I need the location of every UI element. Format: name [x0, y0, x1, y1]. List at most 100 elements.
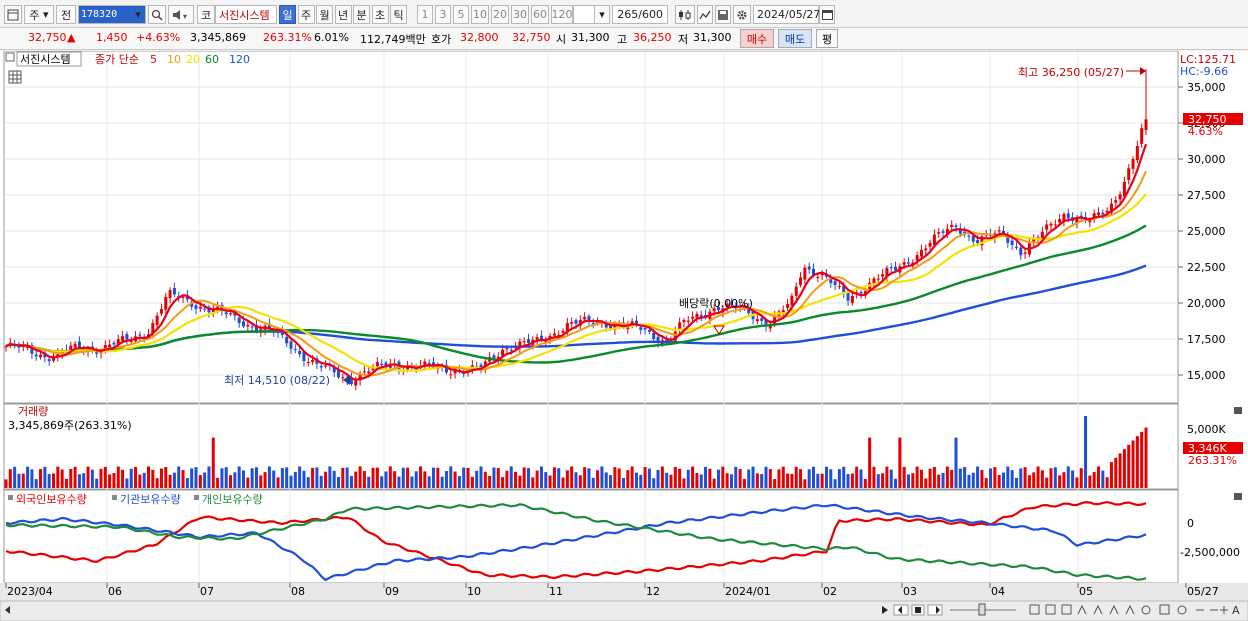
count-input[interactable]: 265/600: [612, 5, 668, 24]
buy-button[interactable]: 매수: [740, 29, 774, 48]
candle-body: [241, 321, 246, 327]
volume-bar: [298, 466, 302, 488]
interval-tab-1[interactable]: 3: [435, 5, 451, 24]
chart-area[interactable]: 서진시스템 종가 단순 5 10 20 60 120 LC:125.71 HC:-9.6…: [0, 50, 1248, 621]
volume-ratio: 263.31%: [263, 31, 312, 44]
x-label: 04: [991, 585, 1005, 598]
candle-body: [1014, 246, 1018, 248]
volume-bar: [406, 467, 410, 488]
volume-bar: [324, 471, 328, 488]
volume-bar: [928, 468, 932, 488]
candle-body: [803, 267, 807, 280]
change-value: 1,450: [96, 31, 128, 44]
period-tab-2[interactable]: 월: [316, 5, 333, 24]
open-value: 31,300: [571, 31, 610, 44]
indicator-icon[interactable]: [697, 5, 713, 24]
pct-tag: 4.63%: [1188, 125, 1223, 138]
scroll-bar[interactable]: [0, 600, 1248, 621]
volume-bar: [1071, 470, 1075, 488]
sell-button[interactable]: 매도: [778, 29, 812, 48]
type-select[interactable]: 주 ▾: [24, 5, 54, 24]
candle-body: [285, 336, 289, 344]
candle-body: [919, 249, 923, 257]
volume-bar: [1032, 472, 1036, 488]
candle-body: [786, 304, 790, 308]
volume-close-icon[interactable]: [1234, 407, 1242, 414]
text-tool-icon[interactable]: A: [1232, 604, 1240, 617]
eval-button[interactable]: 평: [816, 29, 838, 48]
volume-bar: [954, 437, 958, 488]
code-dropdown-icon[interactable]: ▾: [131, 5, 145, 24]
save-icon[interactable]: [715, 5, 731, 24]
interval-tab-7[interactable]: 120: [551, 5, 573, 24]
stock-name-field[interactable]: 서진시스템: [215, 5, 277, 24]
volume-bar: [526, 468, 531, 488]
volume-bar: [349, 476, 353, 488]
candle-body: [682, 320, 686, 323]
calendar-icon[interactable]: [819, 5, 835, 24]
volume-bar: [889, 469, 893, 488]
search-icon[interactable]: [148, 5, 166, 24]
zoom-slider-handle[interactable]: [978, 603, 986, 616]
interval-tab-3[interactable]: 10: [471, 5, 489, 24]
high-value: 36,250: [633, 31, 672, 44]
volume-bar: [457, 476, 461, 488]
candle-body: [526, 339, 531, 343]
holding-close-icon[interactable]: [1234, 493, 1242, 500]
speaker-icon[interactable]: ▾: [168, 5, 194, 24]
volume-bar: [302, 470, 306, 488]
change-pct: +4.63%: [136, 31, 181, 44]
x-label: 07: [200, 585, 214, 598]
volume-bar: [790, 473, 794, 488]
price-tick: 20,000: [1187, 297, 1226, 310]
volume-bar: [427, 476, 431, 488]
volume-bar: [259, 475, 263, 488]
period-tab-1[interactable]: 주: [297, 5, 315, 24]
period-tab-6[interactable]: 틱: [390, 5, 407, 24]
volume-bar: [634, 472, 638, 488]
volume-bar: [833, 479, 837, 488]
volume-bar: [976, 466, 980, 488]
interval-dropdown-icon[interactable]: ▾: [594, 5, 610, 24]
window-icon[interactable]: [4, 5, 22, 24]
volume-bar: [609, 475, 613, 488]
period-tab-4[interactable]: 분: [353, 5, 370, 24]
volume-bar: [868, 437, 872, 488]
chart-svg[interactable]: 서진시스템 종가 단순 5 10 20 60 120 LC:125.71 HC:-9.6…: [0, 50, 1248, 621]
mode-button[interactable]: 코: [197, 5, 215, 24]
interval-tab-6[interactable]: 60: [531, 5, 549, 24]
candle-body: [539, 335, 543, 340]
high-note: 최고 36,250 (05/27): [1018, 66, 1124, 79]
period-tab-3[interactable]: 년: [334, 5, 352, 24]
volume-bar: [1049, 468, 1053, 488]
candle-body: [237, 317, 241, 324]
interval-tab-0[interactable]: 1: [417, 5, 433, 24]
hc-value: HC:-9.66: [1180, 65, 1228, 78]
gear-icon[interactable]: [733, 5, 751, 24]
prev-button[interactable]: 전: [56, 5, 76, 24]
volume-bar: [924, 478, 928, 488]
candle-body: [341, 377, 345, 379]
bid-value: 32,750: [512, 31, 551, 44]
period-tab-0[interactable]: 일: [279, 5, 296, 24]
volume-tag-pct: 263.31%: [1188, 454, 1237, 467]
interval-tab-4[interactable]: 20: [491, 5, 509, 24]
candle-body: [928, 242, 932, 247]
candle-body: [894, 266, 898, 271]
amount-value: 112,749백만: [360, 33, 426, 46]
candle-body: [695, 313, 699, 318]
volume-bar: [604, 472, 608, 488]
grid-toggle-icon[interactable]: [8, 70, 22, 84]
period-tab-5[interactable]: 초: [371, 5, 389, 24]
volume-bar: [1122, 449, 1126, 488]
interval-tab-2[interactable]: 5: [453, 5, 469, 24]
date-input[interactable]: 2024/05/27: [753, 5, 820, 24]
volume-bar: [82, 473, 86, 488]
volume-bar: [898, 437, 902, 488]
volume-bar: [855, 466, 859, 488]
volume-bar: [591, 477, 595, 488]
interval-tab-5[interactable]: 30: [511, 5, 529, 24]
candle-type-icon[interactable]: [675, 5, 695, 24]
volume-bar: [786, 473, 790, 488]
volume-bar: [431, 467, 436, 488]
